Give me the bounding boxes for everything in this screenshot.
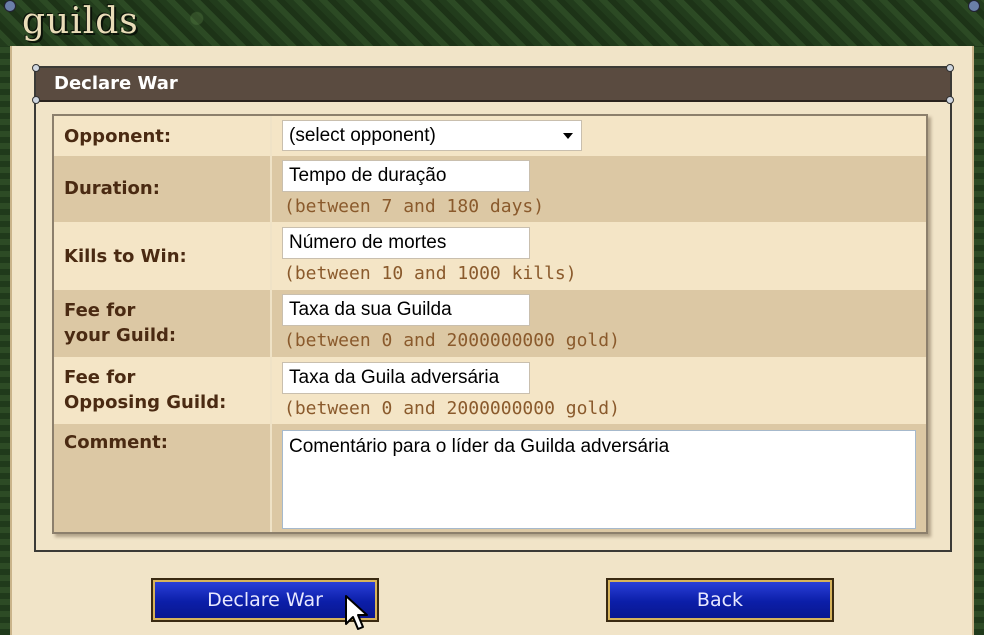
rivet-icon <box>946 96 954 104</box>
window-border-left <box>0 46 10 635</box>
opponent-select[interactable]: (select opponent) <box>282 120 582 151</box>
form-row-opponent: Opponent: (select opponent) <box>54 116 926 156</box>
fee-opponent-input[interactable]: Taxa da Guila adversária <box>282 362 530 394</box>
rivet-icon <box>32 64 40 72</box>
fee-opponent-label-line2: Opposing Guild: <box>64 392 227 413</box>
panel-header: Declare War <box>32 64 954 104</box>
label-cell: Fee for Opposing Guild: <box>54 357 272 424</box>
fee-own-input[interactable]: Taxa da sua Guilda <box>282 294 530 326</box>
label-cell: Kills to Win: <box>54 222 272 290</box>
window-border-right <box>974 46 984 635</box>
corner-rivet-icon <box>968 0 980 12</box>
duration-input[interactable]: Tempo de duração <box>282 160 530 192</box>
fee-opponent-label-line1: Fee for <box>64 367 136 388</box>
comment-textarea[interactable]: Comentário para o líder da Guilda advers… <box>282 430 916 529</box>
form-row-fee-own: Fee for your Guild: Taxa da sua Guilda (… <box>54 290 926 357</box>
label-cell: Comment: <box>54 424 272 532</box>
form-row-duration: Duration: Tempo de duração (between 7 an… <box>54 156 926 222</box>
form-row-comment: Comment: Comentário para o líder da Guil… <box>54 424 926 532</box>
window-title-bar: guilds <box>0 0 984 48</box>
kills-label: Kills to Win: <box>64 246 187 267</box>
kills-hint: (between 10 and 1000 kills) <box>284 263 577 284</box>
fee-own-hint: (between 0 and 2000000000 gold) <box>284 330 620 351</box>
duration-label: Duration: <box>64 178 160 199</box>
form-row-kills: Kills to Win: Número de mortes (between … <box>54 222 926 290</box>
kills-input[interactable]: Número de mortes <box>282 227 530 259</box>
label-cell: Fee for your Guild: <box>54 290 272 357</box>
fee-own-label-line1: Fee for <box>64 300 136 321</box>
rivet-icon <box>32 96 40 104</box>
declare-war-form: Opponent: (select opponent) Duration: Te… <box>52 114 928 534</box>
panel-title: Declare War <box>54 73 178 94</box>
duration-hint: (between 7 and 180 days) <box>284 196 545 217</box>
chevron-down-icon <box>563 133 573 139</box>
comment-label: Comment: <box>64 432 168 453</box>
label-cell: Opponent: <box>54 116 272 156</box>
form-row-fee-opponent: Fee for Opposing Guild: Taxa da Guila ad… <box>54 357 926 424</box>
rivet-icon <box>946 64 954 72</box>
fee-own-label-line2: your Guild: <box>64 325 177 346</box>
back-button[interactable]: Back <box>606 578 834 622</box>
corner-rivet-icon <box>4 0 16 12</box>
window-title: guilds <box>22 1 139 42</box>
opponent-label: Opponent: <box>64 126 172 147</box>
label-cell: Duration: <box>54 156 272 222</box>
opponent-select-value: (select opponent) <box>289 125 436 146</box>
fee-opponent-hint: (between 0 and 2000000000 gold) <box>284 398 620 419</box>
mouse-pointer-icon <box>345 595 368 630</box>
